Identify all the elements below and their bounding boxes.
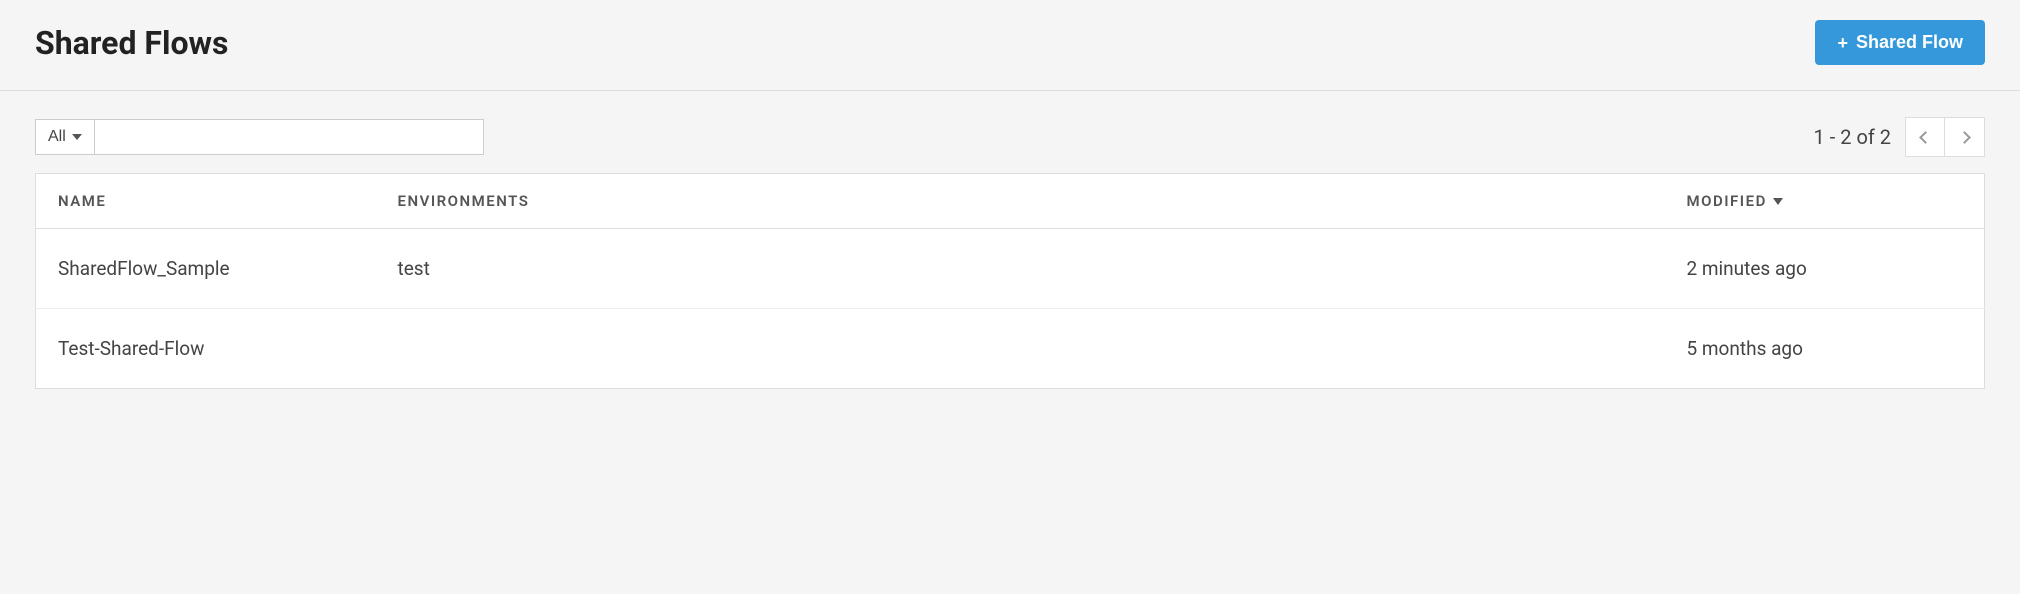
table-row[interactable]: Test-Shared-Flow 5 months ago	[36, 309, 1985, 389]
column-header-environments[interactable]: ENVIRONMENTS	[376, 174, 1665, 229]
cell-modified: 2 minutes ago	[1665, 229, 1985, 309]
table-header-row: NAME ENVIRONMENTS MODIFIED	[36, 174, 1985, 229]
add-shared-flow-button[interactable]: + Shared Flow	[1815, 20, 1985, 65]
caret-down-icon	[72, 134, 82, 140]
page-title: Shared Flows	[35, 24, 228, 62]
cell-name: SharedFlow_Sample	[36, 229, 376, 309]
shared-flows-page: Shared Flows + Shared Flow All 1 - 2 of …	[0, 0, 2020, 419]
chevron-right-icon	[1958, 131, 1971, 144]
sort-desc-icon	[1773, 198, 1783, 205]
shared-flows-table: NAME ENVIRONMENTS MODIFIED SharedFlo	[35, 173, 1985, 389]
cell-environments	[376, 309, 1665, 389]
add-button-label: Shared Flow	[1856, 32, 1963, 53]
column-header-modified-label: MODIFIED	[1687, 192, 1767, 210]
previous-page-button[interactable]	[1905, 117, 1945, 157]
chevron-left-icon	[1919, 131, 1932, 144]
filter-group: All	[35, 119, 484, 155]
pagination: 1 - 2 of 2	[1814, 117, 1985, 157]
cell-environments: test	[376, 229, 1665, 309]
column-header-name-label: NAME	[58, 192, 106, 210]
column-header-modified[interactable]: MODIFIED	[1665, 174, 1985, 229]
page-header: Shared Flows + Shared Flow	[0, 0, 2020, 91]
table-wrapper: NAME ENVIRONMENTS MODIFIED SharedFlo	[0, 173, 2020, 419]
toolbar: All 1 - 2 of 2	[0, 91, 2020, 173]
pager-buttons	[1905, 117, 1985, 157]
pagination-text: 1 - 2 of 2	[1814, 125, 1891, 149]
plus-icon: +	[1837, 34, 1848, 52]
filter-dropdown[interactable]: All	[35, 119, 94, 155]
next-page-button[interactable]	[1945, 117, 1985, 157]
search-input[interactable]	[94, 119, 484, 155]
filter-label: All	[48, 128, 66, 146]
cell-modified: 5 months ago	[1665, 309, 1985, 389]
column-header-name[interactable]: NAME	[36, 174, 376, 229]
table-row[interactable]: SharedFlow_Sample test 2 minutes ago	[36, 229, 1985, 309]
column-header-environments-label: ENVIRONMENTS	[398, 192, 530, 210]
cell-name: Test-Shared-Flow	[36, 309, 376, 389]
